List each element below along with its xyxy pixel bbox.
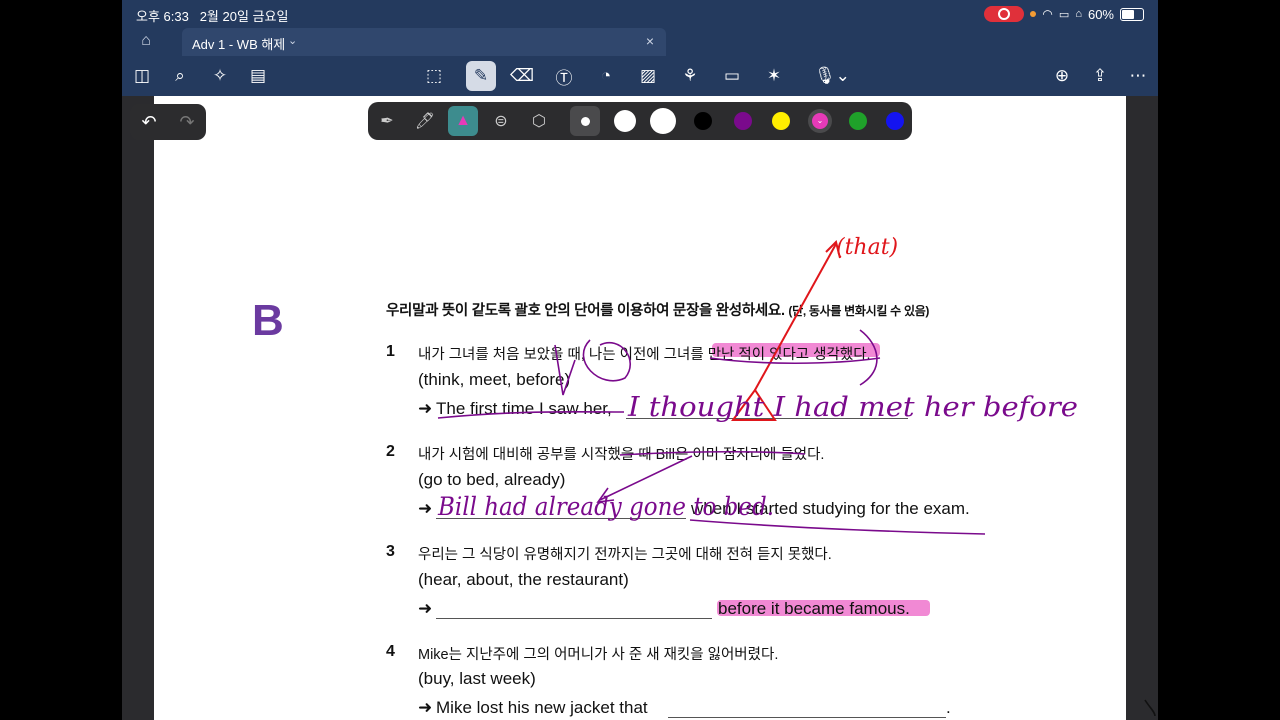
answer-2-handwriting: Bill had already gone to bed. <box>437 492 774 521</box>
note-that: (that) <box>836 235 898 260</box>
answer-1-handwriting: I thought I had met her before <box>627 392 1078 423</box>
handwriting-layer: (that) I thought I had met her before Bi… <box>437 235 1156 717</box>
